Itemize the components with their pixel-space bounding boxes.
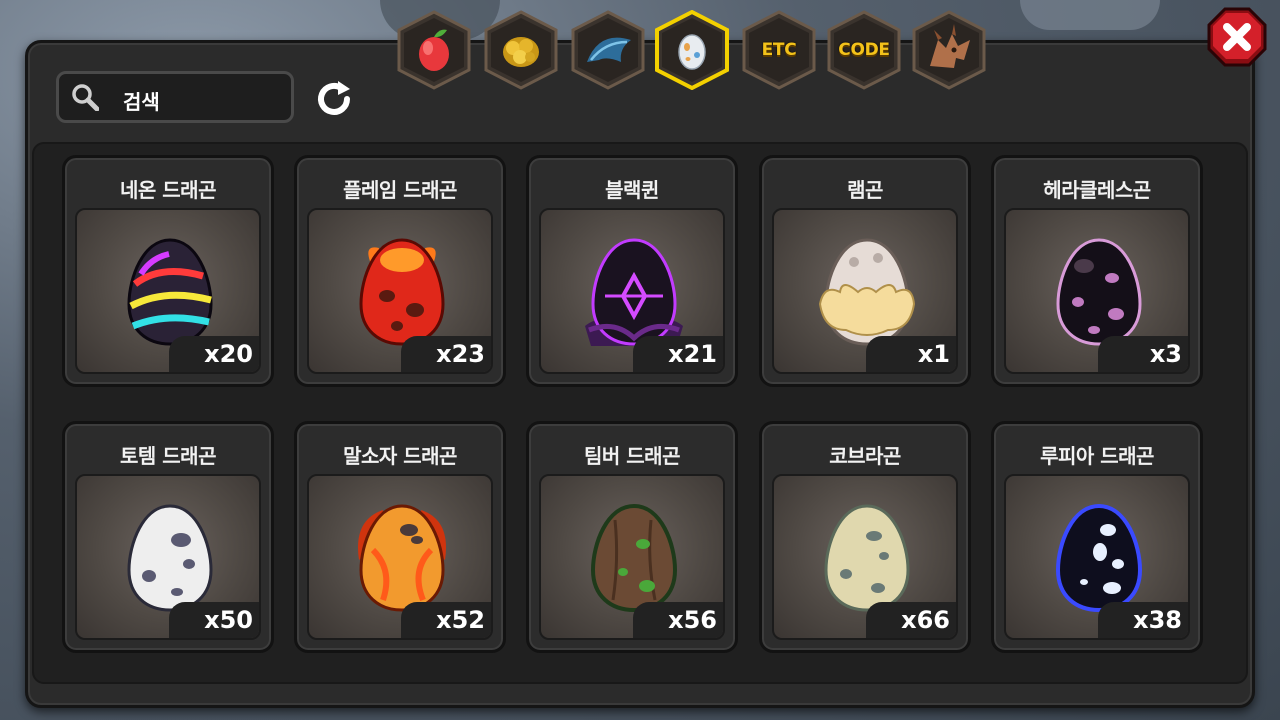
item-name: 헤라클레스곤 [1043,178,1151,202]
item-count: x20 [169,336,259,372]
item-name: 코브라곤 [829,444,901,468]
item-card[interactable]: 플레임 드래곤 x23 [294,155,506,387]
neon-egg-icon [127,238,213,346]
item-count: x3 [1098,336,1188,372]
item-count: x56 [633,602,723,638]
search-placeholder: 검색 [123,90,160,114]
egg-icon [678,34,706,70]
gold-icon [503,37,539,67]
item-card[interactable]: 루피아 드래곤 x38 [991,421,1203,653]
item-count: x38 [1098,602,1188,638]
item-image-slot: x3 [1004,208,1190,374]
tab-egg[interactable] [653,10,731,90]
item-image-slot: x56 [539,474,725,640]
tab-code-label: CODE [838,40,890,60]
totem-egg-icon [127,504,213,612]
item-card[interactable]: 토템 드래곤 x50 [62,421,274,653]
tab-fruit[interactable] [395,10,473,90]
tab-dragon[interactable] [910,10,988,90]
timber-egg-icon [590,503,678,613]
tab-code[interactable]: CODE [825,10,903,90]
tab-gold[interactable] [482,10,560,90]
item-count: x21 [633,336,723,372]
item-card[interactable]: 말소자 드래곤 x52 [294,421,506,653]
item-image-slot: x20 [75,208,261,374]
item-count: x52 [401,602,491,638]
search-input[interactable]: 검색 [56,71,294,123]
search-icon [72,84,99,111]
item-name: 네온 드래곤 [120,178,216,202]
category-tabs: ETC CODE [395,10,995,94]
item-name: 루피아 드래곤 [1040,444,1154,468]
item-card[interactable]: 램곤 x1 [759,155,971,387]
cobra-egg-icon [824,504,910,612]
item-count: x50 [169,602,259,638]
refresh-icon[interactable] [314,79,354,119]
item-count: x23 [401,336,491,372]
tab-feather[interactable] [569,10,647,90]
item-image-slot: x23 [307,208,493,374]
tab-etc-label: ETC [761,40,797,60]
item-card[interactable]: 코브라곤 x66 [759,421,971,653]
malsoja-egg-icon [358,504,446,612]
close-icon[interactable] [1206,6,1268,68]
item-card[interactable]: 네온 드래곤 x20 [62,155,274,387]
item-count: x66 [866,602,956,638]
item-image-slot: x66 [772,474,958,640]
item-name: 블랙퀸 [605,178,659,202]
item-name: 토템 드래곤 [120,444,216,468]
item-name: 플레임 드래곤 [343,178,457,202]
flame-egg-icon [359,238,445,346]
item-card[interactable]: 헤라클레스곤 x3 [991,155,1203,387]
item-image-slot: x21 [539,208,725,374]
background-cloud [1020,0,1160,30]
item-image-slot: x52 [307,474,493,640]
item-name: 말소자 드래곤 [343,444,457,468]
item-image-slot: x1 [772,208,958,374]
lupia-egg-icon [1055,503,1143,613]
item-count: x1 [866,336,956,372]
tab-etc[interactable]: ETC [740,10,818,90]
blackqueen-egg-icon [585,238,683,346]
item-name: 램곤 [847,178,883,202]
item-image-slot: x38 [1004,474,1190,640]
item-card[interactable]: 블랙퀸 x21 [526,155,738,387]
lamb-egg-icon [818,238,916,346]
item-card[interactable]: 팀버 드래곤 x56 [526,421,738,653]
item-name: 팀버 드래곤 [584,444,680,468]
hercules-egg-icon [1056,238,1142,346]
item-image-slot: x50 [75,474,261,640]
